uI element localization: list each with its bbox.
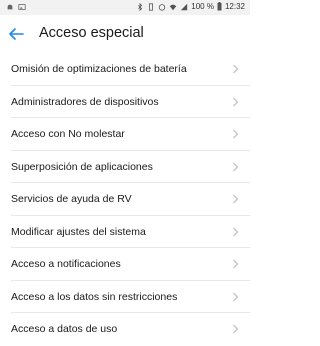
- list-item-label: Superposición de aplicaciones: [11, 160, 153, 173]
- battery-percent: 100 %: [191, 2, 214, 11]
- list-item-device-admins[interactable]: Administradores de dispositivos: [0, 86, 250, 118]
- list-item-overlay[interactable]: Superposición de aplicaciones: [0, 151, 250, 183]
- page-title: Acceso especial: [39, 25, 144, 41]
- list-item-do-not-disturb[interactable]: Acceso con No molestar: [0, 118, 250, 151]
- chevron-right-icon: [233, 324, 239, 334]
- list-item-vr-helper[interactable]: Servicios de ayuda de RV: [0, 183, 250, 216]
- list-item-label: Modificar ajustes del sistema: [11, 225, 146, 238]
- list-item-notification-access[interactable]: Acceso a notificaciones: [0, 248, 250, 281]
- status-right: 100 % 12:32: [136, 2, 245, 11]
- list-item-label: Acceso a los datos sin restricciones: [11, 290, 178, 303]
- list-item-label: Omisión de optimizaciones de batería: [11, 63, 187, 76]
- alarm-icon: [159, 3, 166, 11]
- arrow-back-icon[interactable]: [6, 24, 26, 44]
- list-item-label: Acceso con No molestar: [11, 128, 125, 141]
- image-icon: [18, 4, 26, 10]
- chevron-right-icon: [233, 227, 239, 237]
- list-item-unrestricted-data[interactable]: Acceso a los datos sin restricciones: [0, 281, 250, 313]
- chevron-right-icon: [233, 259, 239, 269]
- vibrate-icon: [149, 2, 154, 11]
- list-item-battery-optimization[interactable]: Omisión de optimizaciones de batería: [0, 53, 250, 86]
- chevron-right-icon: [233, 194, 239, 204]
- chevron-right-icon: [233, 64, 239, 74]
- settings-list: Omisión de optimizaciones de batería Adm…: [0, 53, 250, 346]
- app-bar: Acceso especial: [0, 15, 250, 53]
- list-item-usage-access[interactable]: Acceso a datos de uso: [0, 313, 250, 346]
- signal-icon: [181, 3, 188, 10]
- list-item-modify-system[interactable]: Modificar ajustes del sistema: [0, 216, 250, 248]
- status-left-icons: [6, 3, 26, 11]
- android-icon: [7, 4, 13, 10]
- chevron-right-icon: [233, 292, 239, 302]
- list-item-label: Acceso a datos de uso: [11, 323, 118, 336]
- list-item-label: Acceso a notificaciones: [11, 258, 121, 271]
- wifi-icon: [170, 4, 177, 10]
- list-item-label: Administradores de dispositivos: [11, 95, 159, 108]
- clock: 12:32: [224, 2, 245, 11]
- chevron-right-icon: [233, 162, 239, 172]
- status-bar: 100 % 12:32: [0, 0, 250, 15]
- bluetooth-icon: [138, 2, 143, 11]
- list-item-label: Servicios de ayuda de RV: [11, 193, 132, 206]
- chevron-right-icon: [233, 97, 239, 107]
- chevron-right-icon: [233, 129, 239, 139]
- battery-icon: [217, 2, 222, 11]
